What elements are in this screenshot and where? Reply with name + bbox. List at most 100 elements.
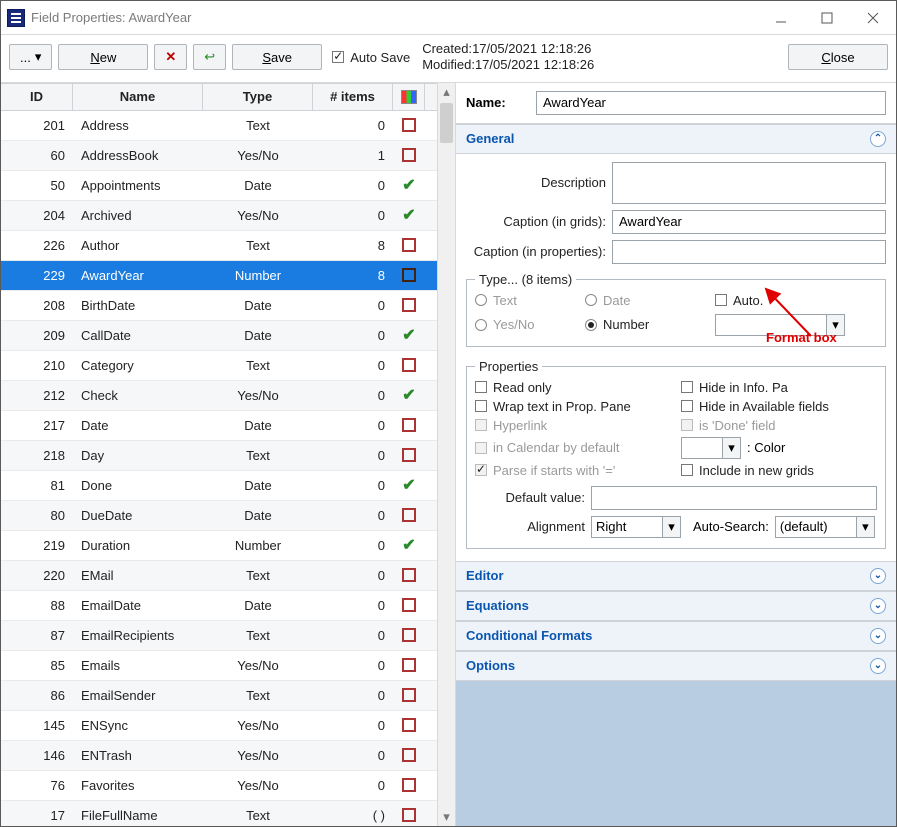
cell-name: Category: [73, 351, 203, 380]
cell-items: ( ): [313, 801, 393, 827]
table-row[interactable]: 219DurationNumber0: [1, 531, 437, 561]
section-equations-title: Equations: [466, 598, 529, 613]
cell-id: 210: [1, 351, 73, 380]
table-row[interactable]: 220EMailText0: [1, 561, 437, 591]
cell-id: 17: [1, 801, 73, 827]
check-icon: [402, 208, 415, 223]
table-row[interactable]: 208BirthDateDate0: [1, 291, 437, 321]
table-row[interactable]: 209CallDateDate0: [1, 321, 437, 351]
in-calendar-check: in Calendar by default: [475, 437, 671, 459]
table-row[interactable]: 88EmailDateDate0: [1, 591, 437, 621]
undo-button[interactable]: ↩: [193, 44, 226, 70]
close-button[interactable]: Close: [788, 44, 888, 70]
table-row[interactable]: 226AuthorText8: [1, 231, 437, 261]
default-value-input[interactable]: [591, 486, 877, 510]
table-row[interactable]: 146ENTrashYes/No0: [1, 741, 437, 771]
section-editor-header[interactable]: Editor ⌄: [456, 561, 896, 591]
table-row[interactable]: 85EmailsYes/No0: [1, 651, 437, 681]
table-row[interactable]: 145ENSyncYes/No0: [1, 711, 437, 741]
section-general-header[interactable]: General ⌃: [456, 124, 896, 154]
close-window-button[interactable]: [850, 2, 896, 34]
table-row[interactable]: 80DueDateDate0: [1, 501, 437, 531]
toolbar: ... ▾ New ✕ ↩ Save ✓ Auto Save Created:1…: [1, 35, 896, 83]
alignment-label: Alignment: [475, 519, 585, 534]
cell-flag: [393, 711, 425, 740]
format-combo[interactable]: ▾: [715, 314, 845, 336]
maximize-button[interactable]: [804, 2, 850, 34]
include-new-check[interactable]: Include in new grids: [681, 463, 877, 478]
cell-name: ENSync: [73, 711, 203, 740]
is-done-check: is 'Done' field: [681, 418, 877, 433]
cell-type: Text: [203, 441, 313, 470]
autosearch-combo[interactable]: (default) ▾: [775, 516, 875, 538]
new-label: ew: [100, 50, 117, 65]
section-options-header[interactable]: Options ⌄: [456, 651, 896, 681]
table-row[interactable]: 212CheckYes/No0: [1, 381, 437, 411]
delete-button[interactable]: ✕: [154, 44, 187, 70]
color-combo[interactable]: ▾: [681, 437, 741, 459]
table-row[interactable]: 229AwardYearNumber8: [1, 261, 437, 291]
hide-info-check[interactable]: Hide in Info. Pa: [681, 380, 877, 395]
cell-id: 145: [1, 711, 73, 740]
new-button[interactable]: New: [58, 44, 148, 70]
table-row[interactable]: 81DoneDate0: [1, 471, 437, 501]
col-type-header[interactable]: Type: [203, 84, 313, 110]
section-equations-header[interactable]: Equations ⌄: [456, 591, 896, 621]
alignment-combo[interactable]: Right ▾: [591, 516, 681, 538]
cell-items: 0: [313, 351, 393, 380]
hide-avail-check[interactable]: Hide in Available fields: [681, 399, 877, 414]
cell-flag: [393, 591, 425, 620]
cell-type: Date: [203, 471, 313, 500]
cell-items: 0: [313, 111, 393, 140]
table-row[interactable]: 218DayText0: [1, 441, 437, 471]
col-name-header[interactable]: Name: [73, 84, 203, 110]
name-input[interactable]: [536, 91, 886, 115]
save-label: ave: [271, 50, 292, 65]
section-options-title: Options: [466, 658, 515, 673]
parse-eq-check: Parse if starts with '=': [475, 463, 671, 478]
read-only-check[interactable]: Read only: [475, 380, 671, 395]
caption-grids-input[interactable]: [612, 210, 886, 234]
type-auto-check[interactable]: Auto.: [715, 293, 855, 308]
cell-items: 0: [313, 531, 393, 560]
col-flag-header[interactable]: [393, 84, 425, 110]
wrap-text-check[interactable]: Wrap text in Prop. Pane: [475, 399, 671, 414]
cell-type: Text: [203, 111, 313, 140]
table-row[interactable]: 201AddressText0: [1, 111, 437, 141]
box-icon: [402, 418, 416, 432]
cell-items: 0: [313, 561, 393, 590]
table-row[interactable]: 17FileFullNameText( ): [1, 801, 437, 827]
table-row[interactable]: 87EmailRecipientsText0: [1, 621, 437, 651]
menu-drop-button[interactable]: ... ▾: [9, 44, 52, 70]
default-value-label: Default value:: [475, 490, 585, 505]
cell-items: 0: [313, 501, 393, 530]
type-number-radio[interactable]: Number: [585, 317, 715, 332]
cell-type: Yes/No: [203, 711, 313, 740]
grid-vertical-scrollbar[interactable]: ▴ ▾: [437, 83, 455, 827]
table-row[interactable]: 86EmailSenderText0: [1, 681, 437, 711]
table-row[interactable]: 204ArchivedYes/No0: [1, 201, 437, 231]
cell-type: Date: [203, 411, 313, 440]
table-row[interactable]: 60AddressBookYes/No1: [1, 141, 437, 171]
table-row[interactable]: 210CategoryText0: [1, 351, 437, 381]
col-id-header[interactable]: ID: [1, 84, 73, 110]
cell-name: AwardYear: [73, 261, 203, 290]
table-row[interactable]: 76FavoritesYes/No0: [1, 771, 437, 801]
fields-grid[interactable]: ID Name Type # items 201AddressText060Ad…: [1, 83, 437, 827]
box-icon: [402, 268, 416, 282]
caption-properties-input[interactable]: [612, 240, 886, 264]
cell-flag: [393, 621, 425, 650]
autosave-checkbox[interactable]: ✓ Auto Save: [332, 50, 410, 65]
expand-icon: ⌄: [870, 628, 886, 644]
box-icon: [402, 118, 416, 132]
description-input[interactable]: [612, 162, 886, 204]
col-items-header[interactable]: # items: [313, 84, 393, 110]
section-conditional-header[interactable]: Conditional Formats ⌄: [456, 621, 896, 651]
save-button[interactable]: Save: [232, 44, 322, 70]
minimize-button[interactable]: [758, 2, 804, 34]
cell-type: Text: [203, 351, 313, 380]
cell-flag: [393, 741, 425, 770]
table-row[interactable]: 217DateDate0: [1, 411, 437, 441]
table-row[interactable]: 50AppointmentsDate0: [1, 171, 437, 201]
cell-flag: [393, 531, 425, 560]
